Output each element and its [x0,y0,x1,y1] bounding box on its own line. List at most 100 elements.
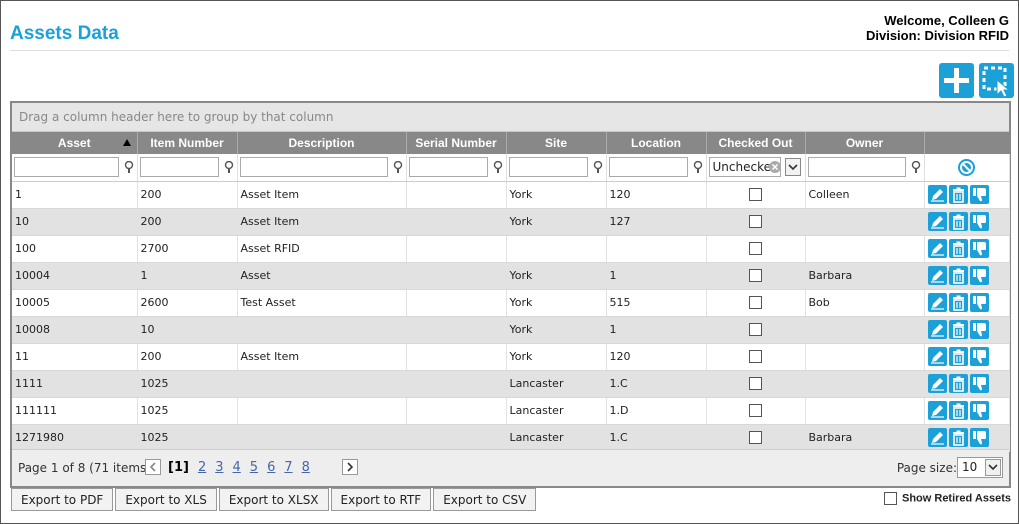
edit-button[interactable] [927,212,947,231]
add-asset-button[interactable] [939,63,974,98]
table-row[interactable]: 10005 2600 Test Asset York 515 Bob [12,289,1010,317]
page-size-dropdown-button[interactable] [985,459,1001,476]
retire-button[interactable] [969,320,989,339]
retire-button[interactable] [969,185,989,204]
edit-button[interactable] [927,428,947,447]
group-by-panel[interactable]: Drag a column header here to group by th… [12,103,1009,132]
filter-funnel-icon[interactable] [124,161,134,173]
delete-button[interactable] [948,347,968,366]
checked-out-checkbox[interactable] [749,215,762,229]
retire-button[interactable] [969,401,989,420]
title-divider [10,50,1009,51]
column-header-asset[interactable]: Asset [12,132,138,154]
page-link[interactable]: 4 [233,460,241,475]
column-header-location[interactable]: Location [606,132,707,154]
export-rtf-button[interactable]: Export to RTF [330,488,432,511]
page-link[interactable]: 7 [284,460,292,475]
edit-button[interactable] [927,347,947,366]
retire-button[interactable] [969,266,989,285]
table-row[interactable]: 10008 10 York 1 [12,316,1010,344]
table-row[interactable]: 10 200 Asset Item York 127 [12,208,1010,236]
prev-page-button[interactable] [145,459,161,475]
filter-funnel-icon[interactable] [493,161,503,173]
table-row[interactable]: 1271980 1025 Lancaster 1.C Barbara [12,424,1010,452]
checked-out-checkbox[interactable] [749,296,762,310]
asset-filter-input[interactable] [14,157,119,177]
column-header-checked-out[interactable]: Checked Out [706,132,806,154]
checked-out-checkbox[interactable] [749,377,762,391]
table-row[interactable]: 10004 1 Asset York 1 Barbara [12,262,1010,290]
page-link[interactable]: 8 [302,460,310,475]
column-header-item-number[interactable]: Item Number [137,132,238,154]
serial-number-filter-input[interactable] [408,157,488,177]
checked-out-checkbox[interactable] [749,404,762,418]
select-area-button[interactable] [979,63,1014,98]
cell-site: York [506,289,607,317]
edit-button[interactable] [927,185,947,204]
export-pdf-button[interactable]: Export to PDF [11,488,114,511]
retire-button[interactable] [969,239,989,258]
delete-button[interactable] [948,212,968,231]
delete-button[interactable] [948,428,968,447]
table-row[interactable]: 1 200 Asset Item York 120 Colleen [12,181,1010,209]
filter-funnel-icon[interactable] [593,161,603,173]
page-link[interactable]: 2 [198,460,206,475]
table-row[interactable]: 111111 1025 Lancaster 1.D [12,397,1010,425]
page-link[interactable]: 3 [215,460,223,475]
page-link[interactable]: 5 [250,460,258,475]
delete-button[interactable] [948,374,968,393]
checked-out-checkbox[interactable] [749,269,762,283]
checked-out-checkbox[interactable] [749,323,762,337]
table-row[interactable]: 100 2700 Asset RFID [12,235,1010,263]
site-filter-input[interactable] [508,157,588,177]
column-header-site[interactable]: Site [506,132,607,154]
checked-out-checkbox[interactable] [749,431,762,445]
clear-filter-x-icon[interactable] [768,161,781,173]
retire-button[interactable] [969,428,989,447]
delete-button[interactable] [948,266,968,285]
checked-out-checkbox[interactable] [749,242,762,256]
export-xlsx-button[interactable]: Export to XLSX [218,488,329,511]
filter-funnel-icon[interactable] [693,161,703,173]
delete-button[interactable] [948,293,968,312]
show-retired-checkbox[interactable] [883,492,897,505]
owner-filter-input[interactable] [807,157,906,177]
clear-all-filters-icon[interactable] [957,158,976,177]
delete-button[interactable] [948,401,968,420]
page-link[interactable]: 6 [267,460,275,475]
export-xls-button[interactable]: Export to XLS [115,488,217,511]
edit-button[interactable] [927,293,947,312]
filter-funnel-icon[interactable] [393,161,403,173]
item-number-filter-input[interactable] [139,157,219,177]
retire-button[interactable] [969,212,989,231]
checked-out-checkbox[interactable] [749,188,762,202]
edit-button[interactable] [927,401,947,420]
table-row[interactable]: 1111 1025 Lancaster 1.C [12,370,1010,398]
export-csv-button[interactable]: Export to CSV [433,488,537,511]
edit-button[interactable] [927,266,947,285]
show-retired-toggle[interactable]: Show Retired Assets [883,492,1011,505]
delete-button[interactable] [948,185,968,204]
edit-button[interactable] [927,320,947,339]
checked-out-checkbox[interactable] [749,350,762,364]
next-page-button[interactable] [342,459,358,475]
retire-button[interactable] [969,293,989,312]
page-size-select[interactable]: 10 [957,457,1003,478]
retire-button[interactable] [969,347,989,366]
column-header-description[interactable]: Description [237,132,407,154]
page-title: Assets Data [10,23,119,44]
trash-icon [952,214,964,230]
column-header-owner[interactable]: Owner [805,132,925,154]
description-filter-input[interactable] [239,157,388,177]
checked-out-dropdown-button[interactable] [784,158,801,176]
delete-button[interactable] [948,239,968,258]
filter-funnel-icon[interactable] [911,161,921,173]
delete-button[interactable] [948,320,968,339]
filter-funnel-icon[interactable] [224,161,234,173]
column-header-serial-number[interactable]: Serial Number [406,132,507,154]
edit-button[interactable] [927,239,947,258]
table-row[interactable]: 11 200 Asset Item York 120 [12,343,1010,371]
edit-button[interactable] [927,374,947,393]
retire-button[interactable] [969,374,989,393]
location-filter-input[interactable] [608,157,688,177]
